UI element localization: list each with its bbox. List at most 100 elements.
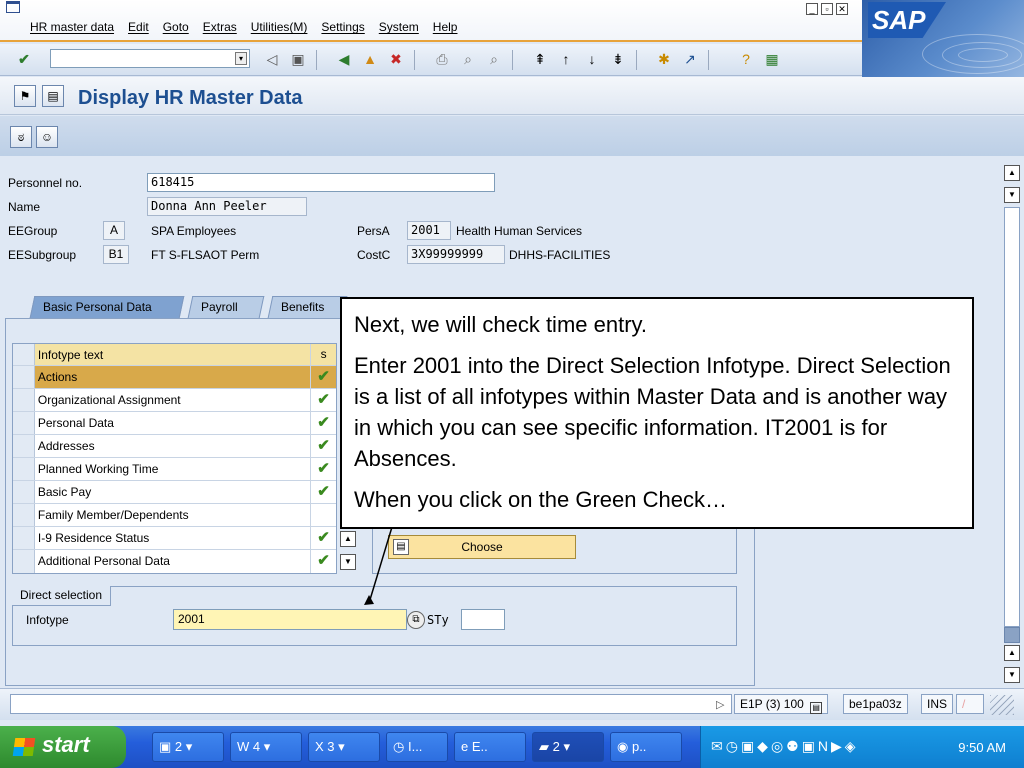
table-row[interactable]: Additional Personal Data ✔ [13,550,336,573]
start-button[interactable]: start [0,726,126,768]
status-lock-icon: / [956,694,984,714]
next-page-icon[interactable]: ↓ [582,49,602,69]
table-scroll-down-icon[interactable]: ▼ [340,554,356,570]
search-help-icon[interactable]: ⧉ [407,611,425,629]
infotype-input[interactable]: 2001 [173,609,407,630]
save-icon[interactable]: ▣ [288,49,308,69]
tray-icons[interactable]: ✉◷▣◆◎⚉▣N▶◈ [711,738,859,755]
taskbar-folders[interactable]: ▰ 2 ▾ [532,732,604,762]
layout-menu-icon[interactable]: ▦ [762,49,782,69]
row-selector[interactable] [13,389,35,411]
document-icon[interactable]: ▤ [42,85,64,107]
taskbar-excel[interactable]: X 3 ▾ [308,732,380,762]
person-icon[interactable]: ☺ [36,126,58,148]
page-title: Display HR Master Data [78,87,303,109]
maximize-icon[interactable]: ▫ [821,3,833,15]
menu-goto[interactable]: Goto [163,20,189,34]
exit-icon[interactable]: ▲ [360,49,380,69]
find-next-icon[interactable]: ⌕ [484,49,504,69]
table-row[interactable]: Family Member/Dependents [13,504,336,527]
infotype-table: Infotype text s Actions ✔ Organizational… [12,343,337,574]
sap-brand-area: SAP [862,0,1024,88]
tab-basic-personal-data[interactable]: Basic Personal Data [29,296,185,318]
first-page-icon[interactable]: ⇞ [530,49,550,69]
taskbar-outlook[interactable]: ◷ I... [386,732,448,762]
row-selector[interactable] [13,504,35,526]
status-list-icon[interactable]: ▤ [810,702,823,714]
pointer-arrow [364,526,393,605]
menu-hr-master-data[interactable]: HR master data [30,20,114,34]
cancel-icon[interactable]: ✖ [386,49,406,69]
choose-button[interactable]: ▤ Choose [388,535,576,559]
minimize-icon[interactable]: _ [806,3,818,15]
personnel-no-field[interactable]: 618415 [147,173,495,192]
status-message [10,694,732,714]
menu-system[interactable]: System [379,20,419,34]
row-selector[interactable] [13,481,35,503]
find-icon[interactable]: ⌕ [458,49,478,69]
sap-logo: SAP [868,2,946,38]
menu: HR master data Edit Goto Extras Utilitie… [30,20,457,34]
table-row[interactable]: Addresses ✔ [13,435,336,458]
print-icon[interactable]: ⎙ [432,49,452,69]
scroll-thumb[interactable] [1004,627,1020,643]
system-tray: ✉◷▣◆◎⚉▣N▶◈ 9:50 AM [700,726,1024,768]
last-page-icon[interactable]: ⇟ [608,49,628,69]
table-scroll-up-icon[interactable]: ▲ [340,531,356,547]
row-selector[interactable] [13,527,35,549]
table-row[interactable]: Basic Pay ✔ [13,481,336,504]
page-scrollbar[interactable]: ▲ ▼ ▲ ▼ [1004,163,1022,687]
resize-grip-icon[interactable] [990,695,1014,715]
row-selector[interactable] [13,366,35,388]
persa-code: 2001 [407,221,451,240]
taskbar-powerpoint[interactable]: ▣ 2 ▾ [152,732,224,762]
status-check-icon: ✔ [317,414,330,431]
scroll-down-icon[interactable]: ▼ [1004,187,1020,203]
shortcut-icon[interactable]: ↗ [680,49,700,69]
row-selector[interactable] [13,550,35,573]
status-expand-icon[interactable]: ▷ [716,698,724,711]
sty-input[interactable] [461,609,505,630]
menu-settings[interactable]: Settings [321,20,364,34]
row-selector[interactable] [13,458,35,480]
glasses-icon[interactable]: ಠ [10,126,32,148]
back-icon[interactable]: ◀ [334,49,354,69]
row-selector[interactable] [13,435,35,457]
scroll-up-icon[interactable]: ▲ [1004,645,1020,661]
menu-edit[interactable]: Edit [128,20,149,34]
table-row[interactable]: Planned Working Time ✔ [13,458,336,481]
infotype-text: I-9 Residence Status [35,527,312,549]
enter-check-icon[interactable]: ✔ [14,49,34,69]
infotype-overview-icon[interactable]: ⚑ [14,85,36,107]
taskbar-word[interactable]: W 4 ▾ [230,732,302,762]
menu-extras[interactable]: Extras [203,20,237,34]
taskbar-browser[interactable]: ◉ p.. [610,732,682,762]
tab-payroll[interactable]: Payroll [187,296,265,318]
scroll-up-icon[interactable]: ▲ [1004,165,1020,181]
tab-benefits[interactable]: Benefits [267,296,348,318]
table-row[interactable]: I-9 Residence Status ✔ [13,527,336,550]
table-row[interactable]: Actions ✔ [13,366,337,389]
scroll-down-icon[interactable]: ▼ [1004,667,1020,683]
table-row[interactable]: Organizational Assignment ✔ [13,389,336,412]
persa-label: PersA [357,224,390,238]
taskbar-explorer[interactable]: e E.. [454,732,526,762]
scroll-track[interactable] [1004,207,1020,627]
status-check-icon: ✔ [317,437,330,454]
close-icon[interactable]: ✕ [836,3,848,15]
eegroup-text: SPA Employees [151,224,237,238]
row-selector[interactable] [13,412,35,434]
select-all[interactable] [13,344,35,365]
previous-page-icon[interactable]: ↑ [556,49,576,69]
title-bar: ⚑ ▤ Display HR Master Data [0,77,1024,115]
persa-text: Health Human Services [456,224,583,238]
new-session-icon[interactable]: ✱ [654,49,674,69]
menu-utilities[interactable]: Utilities(M) [251,20,308,34]
menu-help[interactable]: Help [433,20,458,34]
system-menu-icon[interactable] [6,1,20,13]
back-arrow-icon[interactable]: ◁ [262,49,282,69]
command-field[interactable]: ▾ [50,49,250,68]
help-icon[interactable]: ? [736,49,756,69]
command-dropdown-icon[interactable]: ▾ [235,52,247,65]
table-row[interactable]: Personal Data ✔ [13,412,336,435]
